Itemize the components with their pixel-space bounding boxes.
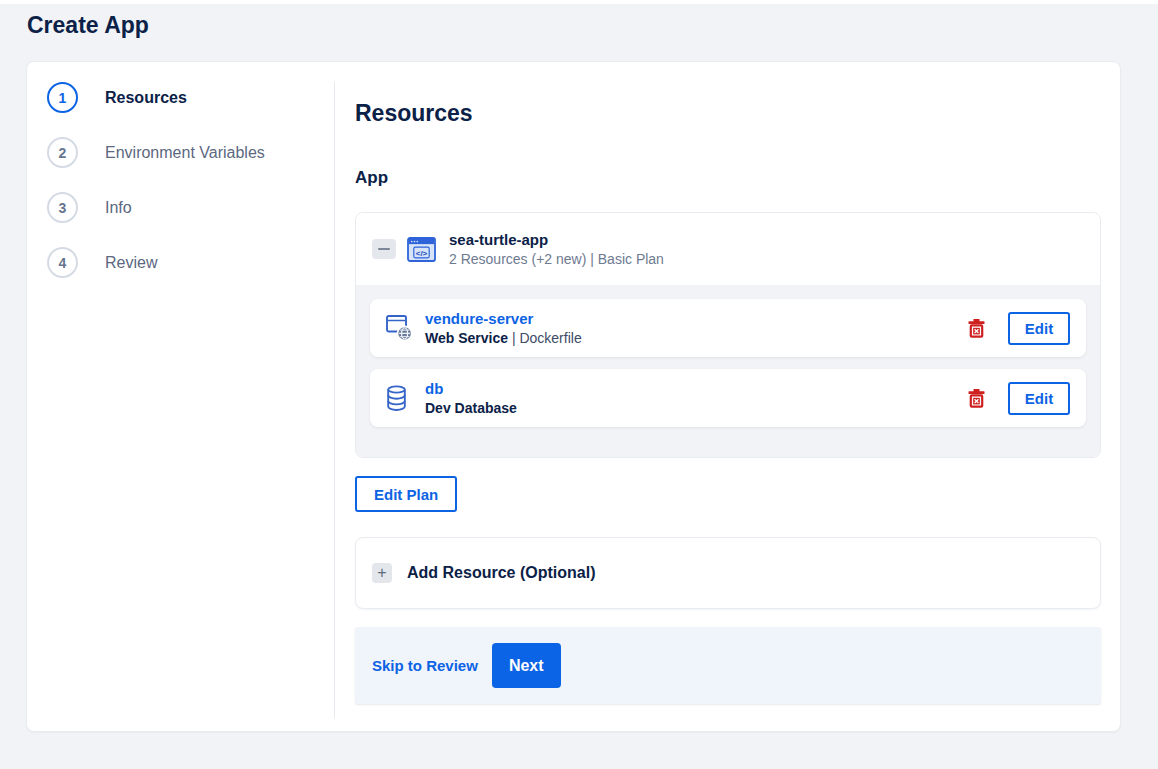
resource-text-block: vendure-server Web Service | Dockerfile xyxy=(425,310,582,346)
trash-icon xyxy=(968,319,985,338)
add-resource-label: Add Resource (Optional) xyxy=(407,564,595,582)
svg-text:</>: </> xyxy=(416,248,428,257)
resource-subtitle: Web Service | Dockerfile xyxy=(425,330,582,346)
stepper-item-review[interactable]: 4 Review xyxy=(47,247,334,278)
resource-name-link[interactable]: db xyxy=(425,380,517,397)
step-number: 3 xyxy=(47,192,78,223)
stepper-item-info[interactable]: 3 Info xyxy=(47,192,334,223)
app-meta: 2 Resources (+2 new) | Basic Plan xyxy=(449,251,664,267)
app-card: </> sea-turtle-app 2 Resources (+2 new) … xyxy=(355,212,1101,458)
app-title-block: sea-turtle-app 2 Resources (+2 new) | Ba… xyxy=(449,231,664,267)
create-app-card: 1 Resources 2 Environment Variables 3 In… xyxy=(26,61,1121,732)
trash-icon xyxy=(968,389,985,408)
edit-plan-button[interactable]: Edit Plan xyxy=(355,476,457,512)
app-resources-list: vendure-server Web Service | Dockerfile xyxy=(356,285,1100,457)
step-number: 4 xyxy=(47,247,78,278)
step-label: Review xyxy=(105,254,157,272)
step-number: 2 xyxy=(47,137,78,168)
step-label: Info xyxy=(105,199,132,217)
row-actions: Edit xyxy=(968,312,1070,345)
app-section-label: App xyxy=(355,168,1101,188)
stepper-item-resources[interactable]: 1 Resources xyxy=(47,82,334,113)
add-resource-section[interactable]: + Add Resource (Optional) xyxy=(355,537,1101,609)
collapse-button[interactable] xyxy=(372,239,396,259)
row-actions: Edit xyxy=(968,382,1070,415)
edit-resource-button[interactable]: Edit xyxy=(1008,312,1070,345)
resource-text-block: db Dev Database xyxy=(425,380,517,416)
database-icon xyxy=(386,385,414,412)
step-label: Resources xyxy=(105,89,187,107)
step-label: Environment Variables xyxy=(105,144,265,162)
resource-name-link[interactable]: vendure-server xyxy=(425,310,582,327)
app-card-header: </> sea-turtle-app 2 Resources (+2 new) … xyxy=(356,213,1100,285)
resource-row-db: db Dev Database xyxy=(370,369,1086,427)
plus-icon: + xyxy=(372,563,392,583)
resource-subtitle: Dev Database xyxy=(425,400,517,416)
step-number: 1 xyxy=(47,82,78,113)
skip-to-review-link[interactable]: Skip to Review xyxy=(372,657,478,674)
stepper: 1 Resources 2 Environment Variables 3 In… xyxy=(27,62,334,731)
app-code-window-icon: </> xyxy=(407,237,436,262)
resource-row-vendure-server: vendure-server Web Service | Dockerfile xyxy=(370,299,1086,357)
vertical-divider xyxy=(334,82,335,718)
delete-resource-button[interactable] xyxy=(968,319,985,338)
resource-type: Web Service xyxy=(425,330,508,346)
stepper-item-environment-variables[interactable]: 2 Environment Variables xyxy=(47,137,334,168)
footer-actions: Skip to Review Next xyxy=(355,627,1101,704)
resource-type: Dev Database xyxy=(425,400,517,416)
top-strip xyxy=(0,0,1158,4)
minus-icon xyxy=(378,248,390,250)
web-service-icon xyxy=(386,315,414,341)
edit-resource-button[interactable]: Edit xyxy=(1008,382,1070,415)
app-name: sea-turtle-app xyxy=(449,231,664,248)
page-title: Create App xyxy=(27,12,1158,39)
delete-resource-button[interactable] xyxy=(968,389,985,408)
content-heading: Resources xyxy=(355,100,1101,127)
resource-detail: | Dockerfile xyxy=(512,330,582,346)
next-button[interactable]: Next xyxy=(492,643,561,688)
content-panel: Resources App </> sea-turtle-ap xyxy=(334,62,1120,731)
